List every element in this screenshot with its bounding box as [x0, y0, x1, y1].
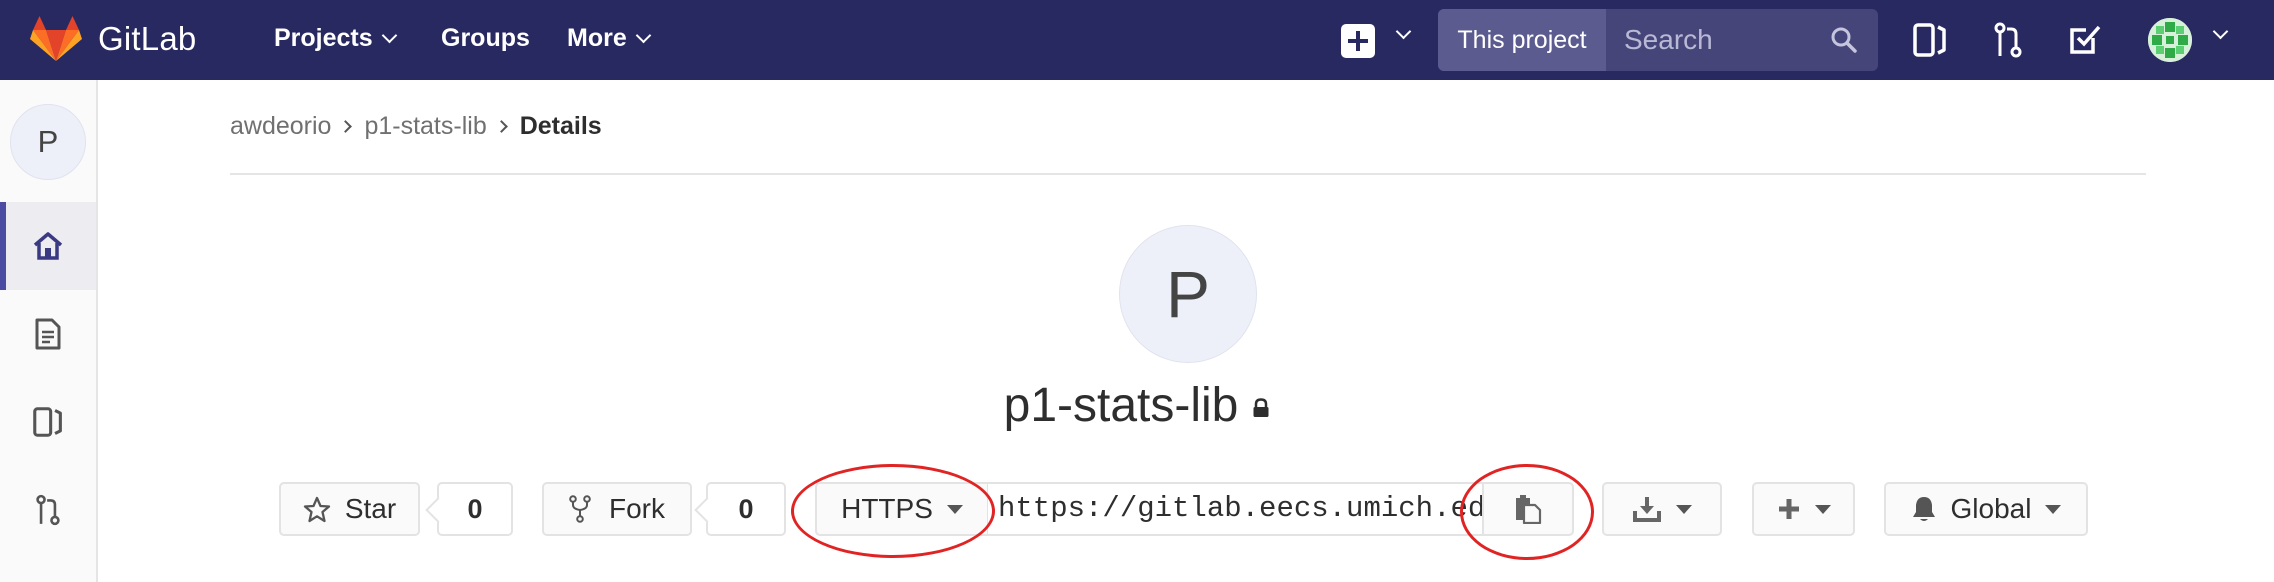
nav-projects-label: Projects	[274, 24, 373, 52]
issues-icon[interactable]	[1913, 22, 1947, 58]
search-icon[interactable]	[1830, 26, 1858, 54]
breadcrumb-divider	[230, 173, 2146, 175]
lock-icon	[1253, 398, 1269, 418]
nav-groups-label: Groups	[441, 24, 530, 52]
clone-url-field[interactable]: https://gitlab.eecs.umich.edu/awdeorio/p…	[988, 482, 1488, 536]
caret-down-icon	[1676, 504, 1692, 514]
merge-request-icon[interactable]	[1993, 22, 2023, 58]
chevron-right-icon	[494, 120, 508, 133]
caret-down-icon	[1814, 504, 1831, 514]
sidebar-item-merge-requests[interactable]	[0, 466, 96, 554]
nav-projects[interactable]: Projects	[274, 24, 397, 53]
caret-down-icon	[2045, 504, 2062, 514]
chevron-down-icon[interactable]	[2212, 23, 2229, 40]
home-icon	[33, 232, 63, 260]
bell-icon	[1912, 497, 1935, 521]
chevron-down-icon	[635, 27, 652, 43]
repository-icon	[35, 318, 61, 350]
star-count-value: 0	[467, 493, 483, 524]
gitlab-brand[interactable]: GitLab	[98, 20, 196, 58]
project-avatar: P	[1119, 225, 1257, 363]
project-name: p1-stats-lib	[1003, 379, 1239, 432]
chevron-down-icon	[381, 27, 397, 43]
fork-icon	[569, 495, 591, 523]
breadcrumb-owner[interactable]: awdeorio	[230, 112, 331, 141]
add-new-button[interactable]	[1752, 482, 1855, 536]
annotation-ellipse-protocol	[791, 464, 995, 558]
chevron-right-icon	[339, 120, 353, 133]
star-icon	[303, 496, 330, 522]
new-plus-icon[interactable]	[1341, 24, 1375, 58]
project-sidebar: P	[0, 80, 98, 582]
breadcrumb-current[interactable]: Details	[520, 112, 602, 141]
sidebar-item-home[interactable]	[0, 202, 96, 290]
breadcrumb-project[interactable]: p1-stats-lib	[364, 112, 486, 141]
nav-more-label: More	[567, 24, 627, 52]
star-count[interactable]: 0	[437, 482, 513, 536]
merge-request-icon	[36, 494, 60, 526]
nav-more[interactable]: More	[567, 24, 652, 53]
fork-count[interactable]: 0	[706, 482, 786, 536]
top-navbar: GitLab Projects Groups More This project	[0, 0, 2274, 80]
download-button[interactable]	[1602, 482, 1722, 536]
sidebar-item-repository[interactable]	[0, 290, 96, 378]
fork-count-value: 0	[738, 493, 754, 524]
user-avatar[interactable]	[2148, 18, 2192, 62]
notification-dropdown[interactable]: Global	[1884, 482, 2088, 536]
download-icon	[1633, 497, 1661, 522]
star-label: Star	[344, 493, 397, 524]
nav-groups[interactable]: Groups	[441, 24, 530, 53]
annotation-ellipse-copy	[1460, 464, 1594, 560]
notification-label: Global	[1950, 493, 2032, 524]
gitlab-logo-icon[interactable]	[30, 15, 82, 63]
fork-button[interactable]: Fork	[542, 482, 692, 536]
fork-label: Fork	[609, 493, 665, 524]
breadcrumb: awdeorio p1-stats-lib Details	[230, 112, 602, 141]
search-scope-badge[interactable]: This project	[1438, 9, 1606, 71]
sidebar-project-avatar[interactable]: P	[10, 104, 86, 180]
project-title: p1-stats-lib	[0, 378, 2274, 433]
search-bar: This project	[1438, 9, 1878, 71]
chevron-down-icon[interactable]	[1395, 23, 1412, 40]
todo-check-icon[interactable]	[2069, 22, 2101, 56]
star-button[interactable]: Star	[279, 482, 420, 536]
plus-icon	[1778, 499, 1799, 519]
